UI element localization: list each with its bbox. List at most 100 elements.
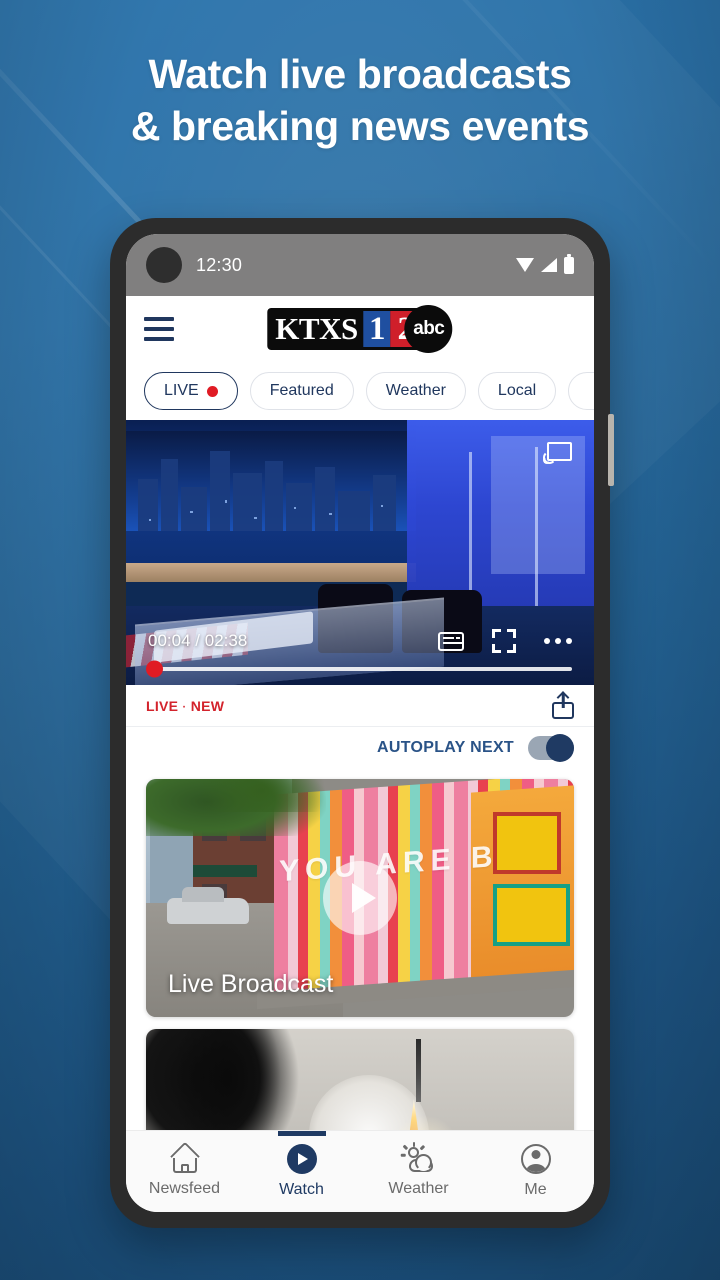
person-circle-icon bbox=[520, 1144, 551, 1174]
skyline-building bbox=[181, 486, 208, 532]
dot bbox=[566, 638, 572, 644]
studio-skyline-backdrop bbox=[126, 430, 417, 532]
thumb-tree bbox=[197, 779, 326, 813]
chip-label: Weather bbox=[385, 382, 446, 399]
autoplay-toggle[interactable] bbox=[528, 734, 574, 762]
card-title: Live Broadcast bbox=[168, 970, 334, 998]
live-badge: LIVE bbox=[146, 697, 179, 714]
fullscreen-icon[interactable] bbox=[492, 629, 516, 653]
chip-local[interactable]: Local bbox=[477, 372, 557, 410]
menu-bar bbox=[144, 317, 174, 321]
chip-overflow-partial[interactable] bbox=[568, 372, 594, 410]
play-icon[interactable] bbox=[323, 861, 397, 935]
autoplay-label: AUTOPLAY NEXT bbox=[377, 739, 514, 756]
player-timestamp: 00:04 / 02:38 bbox=[148, 631, 247, 651]
skyline-building bbox=[210, 450, 231, 532]
sun-ray bbox=[402, 1144, 408, 1150]
sun-ray bbox=[400, 1153, 406, 1157]
video-feed-list[interactable]: YOU ARE BEAUTIFUL Live Broadcast bbox=[126, 769, 594, 1130]
chip-label: Local bbox=[497, 382, 537, 399]
person-head bbox=[531, 1150, 540, 1159]
menu-bar bbox=[144, 337, 174, 341]
status-bar-clock: 12:30 bbox=[196, 254, 243, 275]
rocket-thumbnail bbox=[146, 1029, 574, 1130]
skyline-building bbox=[137, 478, 158, 532]
skyline-light bbox=[253, 517, 257, 520]
promo-headline: Watch live broadcasts & breaking news ev… bbox=[0, 48, 720, 153]
headline-line-2: & breaking news events bbox=[130, 103, 590, 150]
logo-network-badge: abc bbox=[404, 305, 453, 353]
nav-label: Me bbox=[524, 1181, 547, 1198]
skyline-building bbox=[314, 466, 335, 532]
skyline-building bbox=[337, 491, 370, 532]
cloud-shape bbox=[408, 1153, 433, 1172]
share-icon[interactable] bbox=[552, 690, 574, 719]
more-options-icon[interactable] bbox=[544, 638, 572, 644]
studio-post bbox=[534, 446, 538, 611]
chip-live[interactable]: LIVE bbox=[144, 372, 238, 410]
headline-line-1: Watch live broadcasts bbox=[148, 51, 572, 97]
logo-main-block: KTXS 1 2 bbox=[267, 308, 421, 350]
signal-icon bbox=[541, 258, 557, 272]
active-tab-indicator bbox=[277, 1131, 326, 1136]
toggle-knob bbox=[546, 734, 574, 762]
player-action-icons bbox=[438, 629, 572, 653]
home-icon bbox=[169, 1141, 200, 1173]
player-scrubber-handle[interactable] bbox=[146, 660, 163, 678]
player-controls: 00:04 / 02:38 bbox=[126, 623, 594, 685]
person-torso bbox=[526, 1164, 545, 1172]
menu-bar bbox=[144, 327, 174, 331]
bottom-navigation: Newsfeed Watch Weather Me bbox=[126, 1130, 594, 1212]
list-item[interactable] bbox=[146, 1029, 574, 1130]
skyline-light bbox=[294, 507, 297, 510]
hamburger-menu-icon[interactable] bbox=[144, 317, 174, 341]
battery-icon bbox=[564, 253, 574, 274]
status-bar-icons bbox=[516, 253, 574, 274]
chip-featured[interactable]: Featured bbox=[249, 372, 354, 410]
cast-arc bbox=[543, 451, 556, 464]
chip-label: Featured bbox=[269, 382, 334, 399]
chip-weather[interactable]: Weather bbox=[365, 372, 466, 410]
autoplay-row: AUTOPLAY NEXT bbox=[126, 727, 594, 769]
new-badge: NEW bbox=[190, 697, 225, 714]
thumb-foliage bbox=[171, 1029, 283, 1130]
closed-caption-icon[interactable] bbox=[438, 631, 464, 651]
nav-item-me[interactable]: Me bbox=[477, 1131, 594, 1212]
fs-corner bbox=[507, 629, 516, 638]
studio-ledge bbox=[126, 563, 417, 582]
thumb-rocket-body bbox=[415, 1039, 421, 1102]
nav-item-weather[interactable]: Weather bbox=[360, 1131, 477, 1212]
chip-label: LIVE bbox=[164, 382, 199, 399]
cast-icon[interactable] bbox=[542, 442, 572, 465]
dot bbox=[544, 638, 550, 644]
home-door bbox=[180, 1163, 189, 1173]
fs-corner bbox=[492, 629, 501, 638]
skyline-light bbox=[329, 513, 333, 516]
skyline-light bbox=[189, 511, 193, 514]
player-progress-bar[interactable] bbox=[146, 660, 572, 678]
list-item[interactable]: YOU ARE BEAUTIFUL Live Broadcast bbox=[146, 779, 574, 1017]
thumb-car bbox=[167, 886, 249, 925]
player-control-row: 00:04 / 02:38 bbox=[148, 623, 572, 659]
logo-call-letters: KTXS bbox=[275, 311, 358, 346]
power-button[interactable] bbox=[608, 414, 614, 486]
nav-item-newsfeed[interactable]: Newsfeed bbox=[126, 1131, 243, 1212]
skyline-light bbox=[381, 505, 384, 508]
nav-label: Weather bbox=[388, 1179, 449, 1197]
status-bar: 12:30 bbox=[126, 234, 594, 296]
video-status-badges: LIVE · NEW bbox=[146, 698, 224, 714]
skyline-building bbox=[160, 458, 179, 532]
nav-item-watch[interactable]: Watch bbox=[243, 1131, 360, 1212]
wifi-icon bbox=[516, 258, 534, 272]
fs-corner bbox=[492, 644, 501, 653]
logo-channel-first: 1 bbox=[363, 311, 391, 347]
skyline-light bbox=[224, 500, 227, 504]
studio-post bbox=[469, 451, 473, 606]
video-player[interactable]: 00:04 / 02:38 bbox=[126, 420, 594, 685]
play-circle-icon bbox=[286, 1144, 317, 1174]
live-dot-icon bbox=[206, 385, 218, 397]
thumb-art-frame bbox=[492, 883, 570, 946]
station-logo[interactable]: KTXS 1 2 abc bbox=[267, 305, 453, 353]
thumb-awning bbox=[193, 864, 258, 877]
sun-cloud-icon bbox=[400, 1141, 435, 1173]
